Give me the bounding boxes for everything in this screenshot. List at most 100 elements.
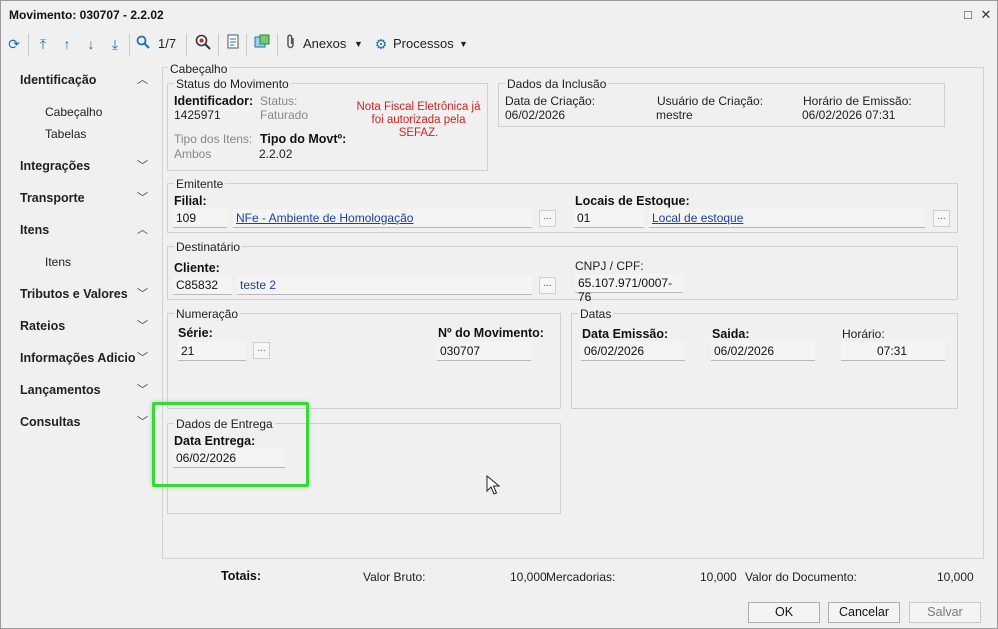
filial-name-link[interactable]: NFe - Ambiente de Homologação (233, 209, 532, 228)
sidebar-item-informacoes[interactable]: Informações Adicio (20, 351, 136, 365)
toolbar: ⟳ ⤒ ↑ ↓ ⤓ 1/7 Anexos ▼ ⚙ Processos ▼ (1, 30, 997, 58)
cliente-lookup-button[interactable]: ... (539, 277, 556, 294)
data-emissao-input[interactable]: 06/02/2026 (581, 342, 685, 361)
identificador-value: 1425971 (174, 108, 221, 122)
serie-label: Série: (178, 326, 213, 340)
refresh-icon[interactable]: ⟳ (5, 34, 23, 54)
numero-movimento-input[interactable]: 030707 (437, 342, 531, 361)
sidebar-sub-tabelas[interactable]: Tabelas (45, 127, 86, 141)
emitente-title: Emitente (174, 177, 226, 191)
identificador-label: Identificador: (174, 94, 254, 108)
cancel-button[interactable]: Cancelar (828, 602, 900, 623)
sidebar-item-transporte[interactable]: Transporte (20, 191, 85, 205)
close-icon[interactable]: ✕ (977, 6, 995, 24)
filial-label: Filial: (174, 194, 207, 208)
serie-lookup-button[interactable]: ... (253, 342, 270, 359)
horario-emissao-label: Horário de Emissão: (803, 94, 912, 108)
cnpj-label: CNPJ / CPF: (575, 259, 644, 273)
status-value: Faturado (260, 108, 309, 122)
chevron-up-icon[interactable]: ︿ (137, 75, 148, 86)
search-icon[interactable] (134, 34, 152, 54)
chevron-down-icon[interactable]: ▼ (354, 39, 363, 49)
filial-code-input[interactable]: 109 (173, 209, 227, 228)
chevron-down-icon[interactable]: ﹀ (137, 353, 148, 364)
zoom-icon[interactable] (193, 34, 213, 54)
chevron-down-icon[interactable]: ﹀ (137, 289, 148, 300)
saida-label: Saida: (712, 327, 750, 341)
locais-code-input[interactable]: 01 (574, 209, 644, 228)
document-icon[interactable] (224, 34, 242, 54)
filial-lookup-button[interactable]: ... (539, 210, 556, 227)
ok-button[interactable]: OK (748, 602, 820, 623)
chevron-down-icon[interactable]: ﹀ (137, 161, 148, 172)
serie-input[interactable]: 21 (178, 342, 246, 361)
sidebar-item-itens[interactable]: Itens (20, 223, 49, 237)
save-button[interactable]: Salvar (909, 602, 981, 623)
mercadorias-value: 10,000 (700, 570, 737, 584)
toolbar-separator (218, 34, 219, 56)
locais-lookup-button[interactable]: ... (933, 210, 950, 227)
tipo-movt-value: 2.2.02 (259, 147, 293, 161)
title-bar: Movimento: 030707 - 2.2.02 □ ✕ (1, 1, 997, 29)
last-record-icon[interactable]: ⤓ (106, 34, 124, 54)
cliente-label: Cliente: (174, 261, 220, 275)
record-counter: 1/7 (158, 36, 177, 51)
data-criacao-label: Data de Criação: (505, 94, 596, 108)
first-record-icon[interactable]: ⤒ (34, 34, 52, 54)
mercadorias-label: Mercadorias: (546, 570, 616, 584)
usuario-criacao-value: mestre (656, 108, 693, 122)
locais-name-link[interactable]: Local de estoque (649, 209, 925, 228)
cliente-code-input[interactable]: C85832 (173, 276, 232, 295)
highlight-box (152, 402, 309, 487)
horario-emissao-value: 06/02/2026 07:31 (802, 108, 896, 122)
horario-input[interactable]: 07:31 (841, 342, 945, 361)
sidebar-sub-itens[interactable]: Itens (45, 255, 71, 269)
numero-movimento-label: Nº do Movimento: (438, 326, 544, 340)
status-label: Status: (260, 94, 298, 108)
datas-title: Datas (578, 307, 614, 321)
nfe-message: Nota Fiscal Eletrônica já foi autorizada… (356, 101, 481, 139)
sidebar-item-lancamentos[interactable]: Lançamentos (20, 383, 101, 397)
sidebar-item-tributos[interactable]: Tributos e Valores (20, 287, 128, 301)
valor-documento-value: 10,000 (937, 570, 974, 584)
tipo-itens-value: Ambos (174, 147, 212, 161)
sidebar-sub-cabecalho[interactable]: Cabeçalho (45, 105, 102, 119)
chevron-up-icon[interactable]: ︿ (137, 225, 148, 236)
totais-label: Totais: (221, 569, 262, 583)
horario-label: Horário: (842, 327, 885, 341)
toolbar-separator (246, 34, 247, 56)
locais-estoque-label: Locais de Estoque: (575, 194, 690, 208)
sidebar-item-consultas[interactable]: Consultas (20, 415, 80, 429)
cnpj-input[interactable]: 65.107.971/0007-76 (575, 274, 683, 304)
gear-icon[interactable]: ⚙ (373, 34, 389, 54)
status-title: Status do Movimento (174, 77, 291, 91)
attachments-menu[interactable]: Anexos (303, 36, 346, 51)
valor-bruto-value: 10,000 (510, 570, 547, 584)
numeracao-title: Numeração (174, 307, 241, 321)
data-criacao-value: 06/02/2026 (505, 108, 566, 122)
toolbar-separator (277, 34, 278, 56)
saida-input[interactable]: 06/02/2026 (711, 342, 815, 361)
chevron-down-icon[interactable]: ﹀ (137, 385, 148, 396)
chevron-down-icon[interactable]: ﹀ (137, 321, 148, 332)
usuario-criacao-label: Usuário de Criação: (657, 94, 764, 108)
next-record-icon[interactable]: ↓ (82, 34, 100, 54)
sidebar-item-rateios[interactable]: Rateios (20, 319, 65, 333)
chevron-down-icon[interactable]: ﹀ (137, 417, 148, 428)
processes-menu[interactable]: Processos (393, 36, 454, 51)
toolbar-separator (129, 34, 130, 56)
destinatario-title: Destinatário (174, 240, 243, 254)
cliente-name-link[interactable]: teste 2 (237, 276, 532, 295)
maximize-icon[interactable]: □ (959, 6, 977, 24)
sidebar-item-integracoes[interactable]: Integrações (20, 159, 90, 173)
previous-record-icon[interactable]: ↑ (58, 34, 76, 54)
export-icon[interactable] (252, 34, 272, 54)
inclusao-title: Dados da Inclusão (505, 77, 609, 91)
chevron-down-icon[interactable]: ﹀ (137, 193, 148, 204)
chevron-down-icon[interactable]: ▼ (459, 39, 468, 49)
paperclip-icon[interactable] (284, 34, 298, 54)
tipo-itens-label: Tipo dos Itens: (174, 132, 253, 146)
movement-window: Movimento: 030707 - 2.2.02 □ ✕ ⟳ ⤒ ↑ ↓ ⤓… (0, 0, 998, 629)
sidebar-item-identificacao[interactable]: Identificação (20, 73, 96, 87)
tipo-movt-label: Tipo do Movtº: (260, 132, 347, 146)
